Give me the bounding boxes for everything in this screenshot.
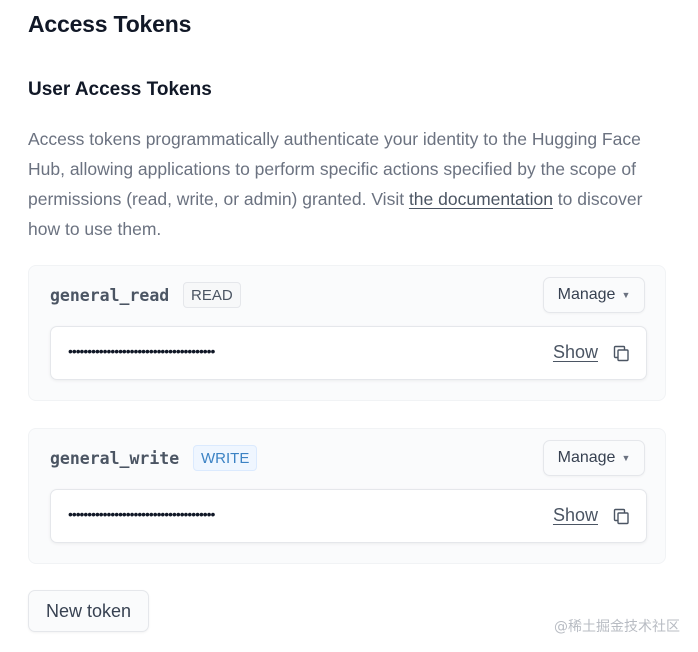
chevron-down-icon: ▼ [621,453,631,463]
manage-label: Manage [557,449,616,466]
section-title: User Access Tokens [28,79,212,100]
page-title: Access Tokens [28,11,192,37]
watermark: @稀土掘金技术社区 [554,619,680,635]
token-secret-masked: •••••••••••••••••••••••••••••••••••••• [68,343,215,359]
token-secret-masked: •••••••••••••••••••••••••••••••••••••• [68,506,215,522]
manage-button[interactable]: Manage ▼ [543,277,645,313]
documentation-link[interactable]: the documentation [409,189,553,209]
manage-button[interactable]: Manage ▼ [543,440,645,476]
copy-icon[interactable] [613,508,630,525]
copy-icon[interactable] [613,345,630,362]
show-token-link[interactable]: Show [553,505,598,526]
token-card-general-write: general_write WRITE Manage ▼ •••••••••••… [28,428,666,564]
show-token-link[interactable]: Show [553,342,598,363]
token-secret-field: •••••••••••••••••••••••••••••••••••••• S… [50,326,647,380]
chevron-down-icon: ▼ [621,290,631,300]
token-name: general_read [50,286,170,305]
new-token-button[interactable]: New token [28,590,149,632]
token-name: general_write [50,449,180,468]
token-secret-field: •••••••••••••••••••••••••••••••••••••• S… [50,489,647,543]
section-description: Access tokens programmatically authentic… [28,124,668,244]
role-badge-read: READ [183,282,241,308]
manage-label: Manage [557,286,616,303]
role-badge-write: WRITE [193,445,258,471]
token-card-general-read: general_read READ Manage ▼ •••••••••••••… [28,265,666,401]
